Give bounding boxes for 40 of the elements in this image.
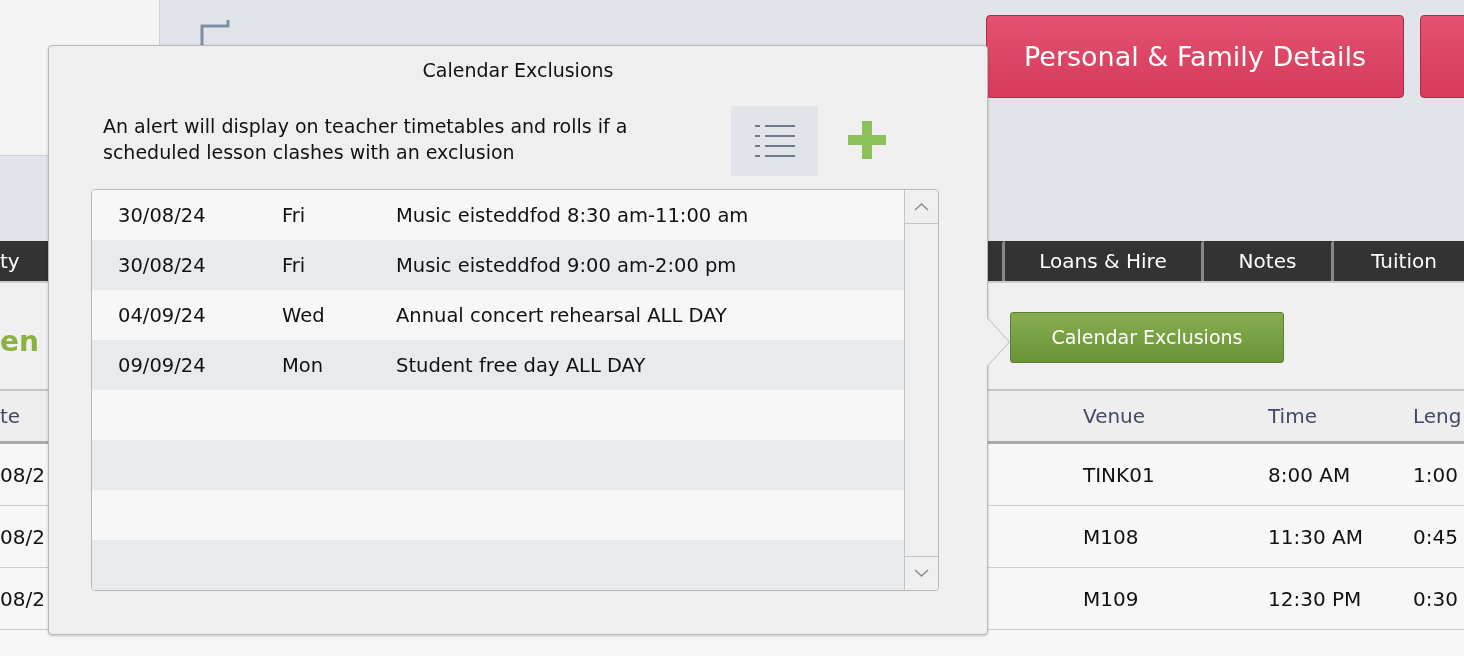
day-cell-text: Mon <box>282 353 325 377</box>
column-header[interactable]: Time <box>1268 404 1317 428</box>
column-header[interactable]: Venue <box>1083 404 1146 428</box>
table-cell: M109 <box>1083 586 1139 611</box>
date-cell-text: 30/08/24 <box>118 253 207 277</box>
exclusion-row[interactable]: 30/08/24 Fri Music eisteddfod 9:00 am-2:00 pm <box>92 240 904 290</box>
column-header[interactable]: te <box>0 404 21 428</box>
table-cell: 0:45 <box>1413 524 1458 549</box>
exclusion-row[interactable]: 09/09/24 Mon Student free day ALL DAY <box>92 340 904 390</box>
day-cell-text: Fri <box>282 253 307 277</box>
day-cell-text: Fri <box>282 203 307 227</box>
description-text: An alert will display on teacher timetables and rolls if a scheduled lesson clashes with an exclusion <box>103 114 629 165</box>
day-cell-text: Wed <box>282 303 326 327</box>
table-cell: 08/2 <box>0 586 45 611</box>
table-cell: 08/2 <box>0 524 45 549</box>
date-cell-text: 09/09/24 <box>118 353 207 377</box>
table-cell: TINK01 <box>1083 462 1155 487</box>
section-heading: en <box>0 324 40 358</box>
column-header[interactable]: Leng <box>1413 404 1462 428</box>
header-button[interactable] <box>1420 15 1464 98</box>
scrollbar[interactable] <box>904 190 938 590</box>
description-cell: Music eisteddfod 9:00 am-2:00 pm <box>396 253 737 277</box>
table-cell: M108 <box>1083 524 1139 549</box>
popup-title: Calendar Exclusions <box>421 59 615 83</box>
description-cell: Annual concert rehearsal ALL DAY <box>396 303 727 327</box>
details-button[interactable]: Personal & Family Details <box>986 15 1404 98</box>
add-icon[interactable] <box>848 121 886 159</box>
table-cell: 1:00 <box>1413 462 1458 487</box>
table-cell: 11:30 AM <box>1268 524 1363 549</box>
description-cell: Music eisteddfod 8:30 am-11:00 am <box>396 203 749 227</box>
table-cell: 12:30 PM <box>1268 586 1362 611</box>
date-cell-text: 04/09/24 <box>118 303 207 327</box>
date-cell-text: 30/08/24 <box>118 203 207 227</box>
list-icon <box>752 123 797 159</box>
table-cell: 08/2 <box>0 462 45 487</box>
list-view-button[interactable] <box>731 106 818 176</box>
table-cell: 8:00 AM <box>1268 462 1351 487</box>
table-cell: 0:30 <box>1413 586 1458 611</box>
frame-icon <box>200 20 232 46</box>
description-cell: Student free day ALL DAY <box>396 353 646 377</box>
